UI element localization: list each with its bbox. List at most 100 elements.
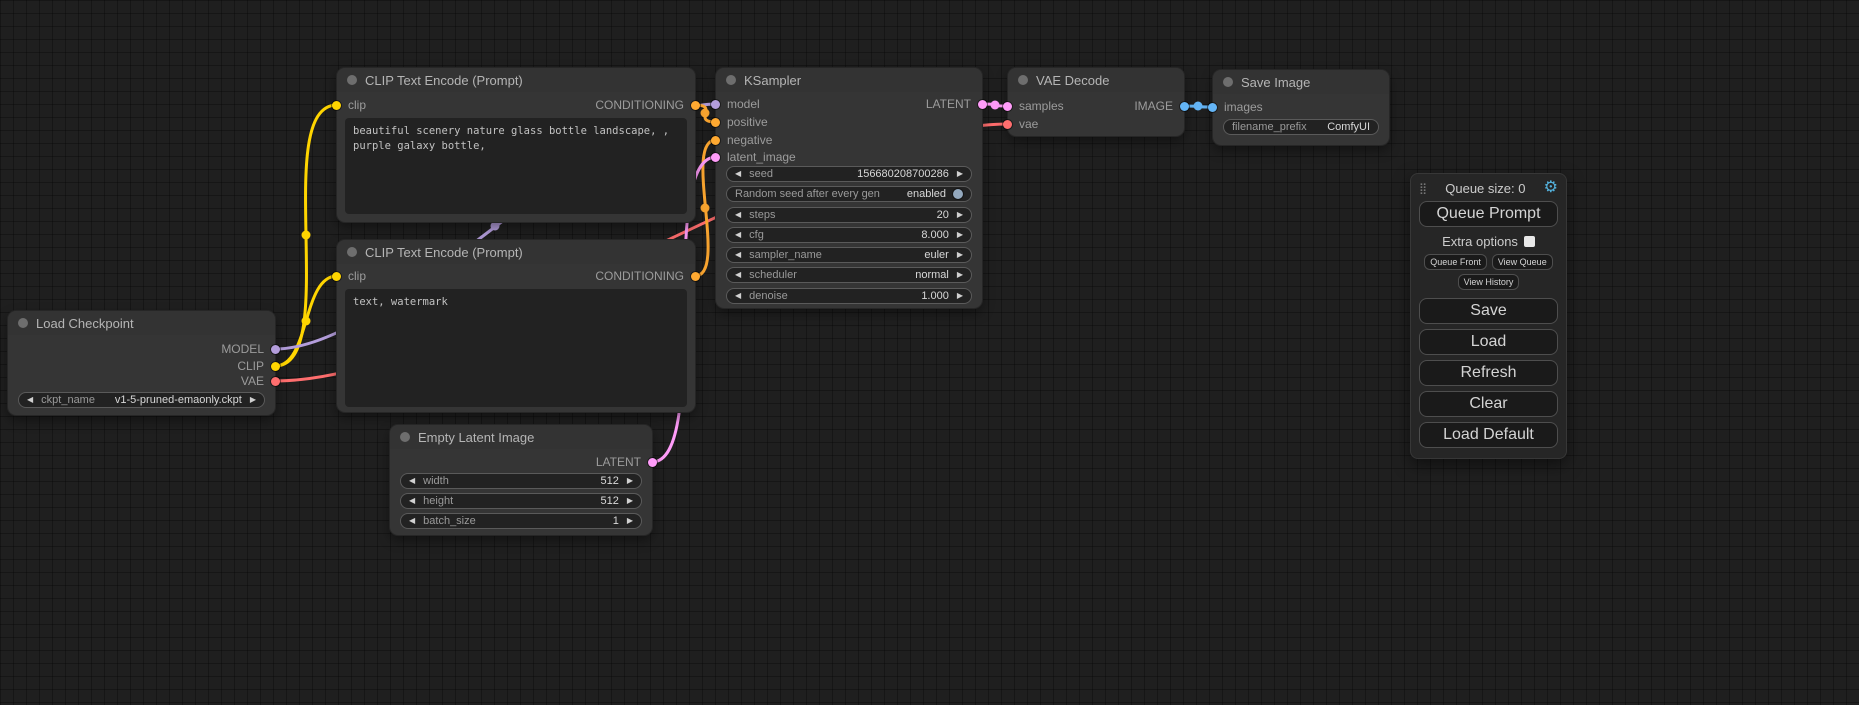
- scheduler-combo[interactable]: scheduler normal: [726, 267, 972, 283]
- increment-arrow-icon[interactable]: [957, 271, 963, 279]
- node-load-checkpoint[interactable]: Load Checkpoint MODEL CLIP VAE ckpt_name…: [8, 311, 275, 415]
- node-ksampler[interactable]: KSampler model LATENT positive negative …: [716, 68, 982, 308]
- node-title-bar[interactable]: KSampler: [716, 68, 982, 92]
- vae-output-icon[interactable]: [271, 377, 280, 386]
- latent-output-icon[interactable]: [978, 100, 987, 109]
- toggle-icon[interactable]: [953, 189, 963, 199]
- increment-arrow-icon[interactable]: [957, 292, 963, 300]
- latent-output-icon[interactable]: [648, 458, 657, 467]
- steps-stepper[interactable]: steps 20: [726, 207, 972, 223]
- node-clip-text-encode-negative[interactable]: CLIP Text Encode (Prompt) clip CONDITION…: [337, 240, 695, 412]
- refresh-button[interactable]: Refresh: [1419, 360, 1558, 386]
- decrement-arrow-icon[interactable]: [735, 170, 741, 178]
- increment-arrow-icon[interactable]: [957, 170, 963, 178]
- ckpt-name-combo[interactable]: ckpt_name v1-5-pruned-emaonly.ckpt: [18, 392, 265, 408]
- decrement-arrow-icon[interactable]: [735, 292, 741, 300]
- width-stepper[interactable]: width 512: [400, 473, 642, 489]
- images-input-icon[interactable]: [1208, 103, 1217, 112]
- samples-input-icon[interactable]: [1003, 102, 1012, 111]
- output-slot-latent[interactable]: LATENT: [926, 97, 987, 111]
- output-slot-conditioning[interactable]: CONDITIONING: [595, 98, 700, 112]
- output-slot-clip[interactable]: CLIP: [237, 359, 280, 373]
- extra-options-checkbox[interactable]: [1524, 236, 1535, 247]
- collapse-dot-icon[interactable]: [347, 247, 357, 257]
- collapse-dot-icon[interactable]: [1223, 77, 1233, 87]
- increment-arrow-icon[interactable]: [957, 211, 963, 219]
- collapse-dot-icon[interactable]: [347, 75, 357, 85]
- decrement-arrow-icon[interactable]: [409, 477, 415, 485]
- input-slot-negative[interactable]: negative: [711, 133, 772, 147]
- input-slot-images[interactable]: images: [1208, 100, 1263, 114]
- collapse-dot-icon[interactable]: [400, 432, 410, 442]
- model-input-icon[interactable]: [711, 100, 720, 109]
- decrement-arrow-icon[interactable]: [409, 517, 415, 525]
- cfg-stepper[interactable]: cfg 8.000: [726, 227, 972, 243]
- output-slot-vae[interactable]: VAE: [241, 374, 280, 388]
- input-slot-clip[interactable]: clip: [332, 269, 366, 283]
- view-queue-button[interactable]: View Queue: [1492, 254, 1553, 270]
- load-button[interactable]: Load: [1419, 329, 1558, 355]
- view-history-button[interactable]: View History: [1458, 274, 1520, 290]
- node-title-bar[interactable]: VAE Decode: [1008, 68, 1184, 92]
- increment-arrow-icon[interactable]: [957, 251, 963, 259]
- node-title-bar[interactable]: Load Checkpoint: [8, 311, 275, 335]
- decrement-arrow-icon[interactable]: [409, 497, 415, 505]
- seed-stepper[interactable]: seed 156680208700286: [726, 166, 972, 182]
- input-slot-vae[interactable]: vae: [1003, 117, 1038, 131]
- decrement-arrow-icon[interactable]: [735, 271, 741, 279]
- save-button[interactable]: Save: [1419, 298, 1558, 324]
- node-empty-latent-image[interactable]: Empty Latent Image LATENT width 512 heig…: [390, 425, 652, 535]
- random-seed-toggle[interactable]: Random seed after every gen enabled: [726, 186, 972, 202]
- negative-prompt-textarea[interactable]: text, watermark: [345, 289, 687, 407]
- increment-arrow-icon[interactable]: [250, 396, 256, 404]
- model-output-icon[interactable]: [271, 345, 280, 354]
- drag-handle-icon[interactable]: [1419, 182, 1427, 195]
- collapse-dot-icon[interactable]: [1018, 75, 1028, 85]
- input-slot-positive[interactable]: positive: [711, 115, 768, 129]
- increment-arrow-icon[interactable]: [627, 497, 633, 505]
- conditioning-output-icon[interactable]: [691, 101, 700, 110]
- queue-prompt-button[interactable]: Queue Prompt: [1419, 201, 1558, 227]
- denoise-stepper[interactable]: denoise 1.000: [726, 288, 972, 304]
- filename-prefix-field[interactable]: filename_prefix ComfyUI: [1223, 119, 1379, 135]
- clear-button[interactable]: Clear: [1419, 391, 1558, 417]
- node-title-bar[interactable]: Save Image: [1213, 70, 1389, 94]
- positive-prompt-textarea[interactable]: beautiful scenery nature glass bottle la…: [345, 118, 687, 214]
- increment-arrow-icon[interactable]: [957, 231, 963, 239]
- output-slot-model[interactable]: MODEL: [221, 342, 280, 356]
- node-vae-decode[interactable]: VAE Decode samples IMAGE vae: [1008, 68, 1184, 136]
- increment-arrow-icon[interactable]: [627, 517, 633, 525]
- output-slot-conditioning[interactable]: CONDITIONING: [595, 269, 700, 283]
- output-slot-image[interactable]: IMAGE: [1134, 99, 1189, 113]
- conditioning-output-icon[interactable]: [691, 272, 700, 281]
- collapse-dot-icon[interactable]: [18, 318, 28, 328]
- settings-gear-icon[interactable]: [1544, 180, 1558, 196]
- latent-image-input-icon[interactable]: [711, 153, 720, 162]
- node-graph-canvas[interactable]: Load Checkpoint MODEL CLIP VAE ckpt_name…: [0, 0, 1859, 705]
- node-title-bar[interactable]: Empty Latent Image: [390, 425, 652, 449]
- sampler-name-combo[interactable]: sampler_name euler: [726, 247, 972, 263]
- positive-input-icon[interactable]: [711, 118, 720, 127]
- node-title-bar[interactable]: CLIP Text Encode (Prompt): [337, 240, 695, 264]
- menu-panel[interactable]: Queue size: 0 Queue Prompt Extra options…: [1410, 173, 1567, 459]
- collapse-dot-icon[interactable]: [726, 75, 736, 85]
- input-slot-samples[interactable]: samples: [1003, 99, 1064, 113]
- node-save-image[interactable]: Save Image images filename_prefix ComfyU…: [1213, 70, 1389, 145]
- clip-output-icon[interactable]: [271, 362, 280, 371]
- decrement-arrow-icon[interactable]: [27, 396, 33, 404]
- node-title-bar[interactable]: CLIP Text Encode (Prompt): [337, 68, 695, 92]
- node-clip-text-encode-positive[interactable]: CLIP Text Encode (Prompt) clip CONDITION…: [337, 68, 695, 222]
- decrement-arrow-icon[interactable]: [735, 251, 741, 259]
- clip-input-icon[interactable]: [332, 101, 341, 110]
- decrement-arrow-icon[interactable]: [735, 211, 741, 219]
- queue-front-button[interactable]: Queue Front: [1424, 254, 1487, 270]
- input-slot-latent-image[interactable]: latent_image: [711, 150, 796, 164]
- input-slot-clip[interactable]: clip: [332, 98, 366, 112]
- load-default-button[interactable]: Load Default: [1419, 422, 1558, 448]
- image-output-icon[interactable]: [1180, 102, 1189, 111]
- increment-arrow-icon[interactable]: [627, 477, 633, 485]
- input-slot-model[interactable]: model: [711, 97, 760, 111]
- decrement-arrow-icon[interactable]: [735, 231, 741, 239]
- batch-size-stepper[interactable]: batch_size 1: [400, 513, 642, 529]
- negative-input-icon[interactable]: [711, 136, 720, 145]
